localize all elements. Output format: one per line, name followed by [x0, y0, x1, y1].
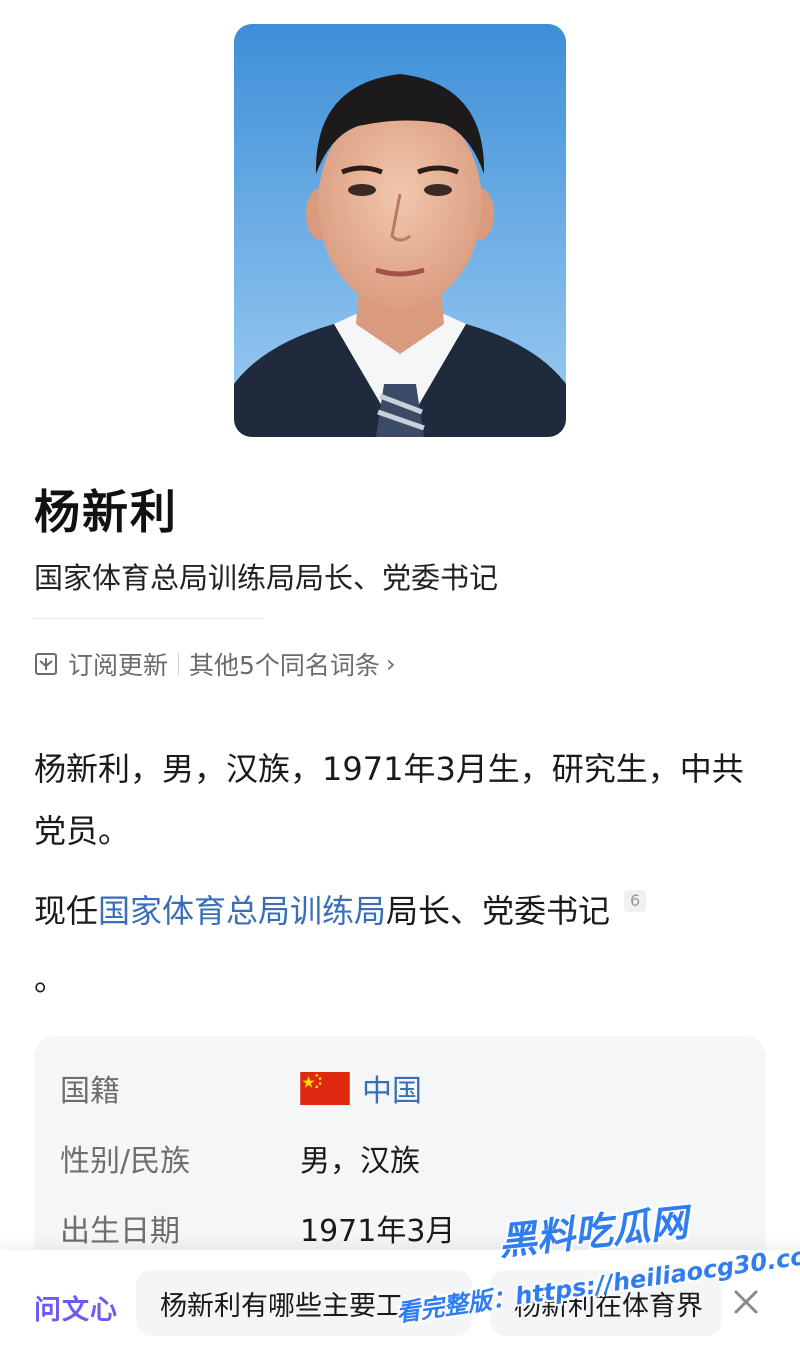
current-position-paragraph: 现任国家体育总局训练局局长、党委书记 6: [34, 880, 764, 942]
info-value-text[interactable]: 中国: [362, 1066, 422, 1110]
profile-photo[interactable]: [234, 24, 566, 437]
ai-assistant-brand[interactable]: 问文心: [34, 1288, 118, 1327]
suggestion-chip[interactable]: 杨新利在体育界: [490, 1270, 722, 1336]
info-row-gender-ethnicity: 性别/民族 男，汉族: [60, 1134, 420, 1182]
page: 杨新利 国家体育总局训练局局长、党委书记 订阅更新 其他5个同名词条 › 杨新利…: [0, 0, 800, 1349]
ai-suggestion-bar: 问文心 杨新利有哪些主要工 杨新利在体育界: [0, 1250, 800, 1349]
close-icon[interactable]: [730, 1286, 762, 1318]
info-row-nationality: 国籍 中国: [60, 1064, 422, 1112]
intro-paragraph: 杨新利，男，汉族，1971年3月生，研究生，中共党员。: [34, 750, 744, 850]
subscribe-icon: [35, 653, 57, 675]
separator: [178, 653, 180, 675]
chevron-right-icon: ›: [385, 650, 396, 678]
current-suffix: 局长、党委书记: [386, 892, 611, 930]
info-row-birth-date: 出生日期 1971年3月: [60, 1204, 455, 1252]
entry-actions: 订阅更新 其他5个同名词条 ›: [34, 644, 396, 684]
divider: [34, 618, 262, 619]
current-prefix: 现任: [34, 892, 99, 930]
china-flag-icon: [300, 1071, 350, 1105]
info-label: 国籍: [60, 1074, 120, 1109]
info-label: 性别/民族: [60, 1144, 191, 1179]
info-value-nationality[interactable]: 中国: [300, 1066, 422, 1110]
page-title: 杨新利: [34, 485, 178, 539]
suggestion-chip[interactable]: 杨新利有哪些主要工: [136, 1270, 472, 1336]
citation-badge[interactable]: 6: [624, 890, 647, 912]
info-value: 1971年3月: [300, 1214, 456, 1249]
same-name-entries-link[interactable]: 其他5个同名词条: [189, 646, 380, 682]
subscribe-button[interactable]: 订阅更新: [68, 646, 168, 682]
trailing-period: 。: [34, 960, 67, 998]
info-box: 国籍 中国 性别/民族 男，汉族 出生日期 1971年3月: [34, 1036, 766, 1276]
organization-link[interactable]: 国家体育总局训练局: [98, 892, 386, 930]
info-value: 男，汉族: [300, 1144, 420, 1179]
info-label: 出生日期: [60, 1214, 180, 1249]
portrait-illustration: [234, 24, 566, 437]
page-subtitle: 国家体育总局训练局局长、党委书记: [34, 561, 499, 595]
